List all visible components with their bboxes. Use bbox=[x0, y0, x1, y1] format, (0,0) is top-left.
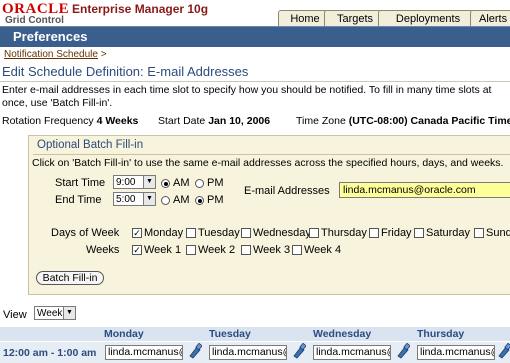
friday-checkbox[interactable] bbox=[369, 228, 379, 238]
chevron-down-icon: ▼ bbox=[63, 307, 75, 319]
thursday-label: Thursday bbox=[321, 227, 367, 239]
end-time-select[interactable]: 5:00 ▼ bbox=[113, 192, 156, 206]
start-time-value: 9:00 bbox=[116, 177, 136, 188]
start-time-select[interactable]: 9:00 ▼ bbox=[113, 175, 156, 189]
end-time-value: 5:00 bbox=[116, 194, 136, 205]
sunday-label: Sunday bbox=[486, 227, 510, 239]
start-am-radio[interactable] bbox=[161, 179, 170, 188]
week-1-checkbox[interactable]: ✓ bbox=[132, 245, 142, 255]
flashlight-icon[interactable] bbox=[292, 343, 306, 359]
tuesday-checkbox[interactable] bbox=[186, 228, 196, 238]
time-zone-label: Time Zone bbox=[296, 115, 346, 127]
end-pm-radio[interactable] bbox=[195, 196, 204, 205]
tuesday-label: Tuesday bbox=[198, 227, 240, 239]
start-time-label: Start Time bbox=[55, 177, 106, 189]
email-input[interactable]: linda.mcmanus@oracle.com bbox=[339, 182, 510, 198]
description-line-2: once, use 'Batch Fill-in'. bbox=[2, 97, 113, 109]
wednesday-slot-input[interactable]: linda.mcmanus@oracle.com bbox=[313, 345, 391, 360]
end-am-radio[interactable] bbox=[161, 196, 170, 205]
flashlight-icon[interactable] bbox=[188, 343, 202, 359]
breadcrumb-notification-schedule[interactable]: Notification Schedule bbox=[4, 49, 98, 60]
batch-instructions: Click on 'Batch Fill-in' to use the same… bbox=[32, 157, 504, 169]
flashlight-icon[interactable] bbox=[396, 343, 410, 359]
flashlight-icon[interactable] bbox=[497, 343, 510, 359]
time-zone: Time Zone (UTC-08:00) Canada Pacific Tim… bbox=[296, 115, 510, 127]
saturday-checkbox[interactable] bbox=[414, 228, 424, 238]
week-4-checkbox[interactable] bbox=[292, 245, 302, 255]
column-monday: Monday bbox=[104, 328, 144, 340]
chevron-down-icon: ▼ bbox=[143, 176, 155, 188]
title-divider bbox=[0, 81, 510, 82]
week-2-label: Week 2 bbox=[198, 244, 236, 256]
section-bar: Preferences bbox=[0, 27, 510, 47]
saturday-label: Saturday bbox=[426, 227, 471, 239]
breadcrumb-separator: > bbox=[100, 49, 107, 60]
week-2-checkbox[interactable] bbox=[186, 245, 196, 255]
start-pm-radio[interactable] bbox=[195, 179, 204, 188]
rotation-label: Rotation Frequency bbox=[2, 115, 94, 127]
friday-label: Friday bbox=[381, 227, 412, 239]
batch-divider bbox=[33, 154, 510, 155]
start-date-label: Start Date bbox=[158, 115, 206, 127]
email-label: E-mail Addresses bbox=[244, 185, 330, 197]
product-subtitle: Grid Control bbox=[5, 15, 64, 26]
week-1-label: Week 1 bbox=[144, 244, 182, 256]
tuesday-slot-input[interactable]: linda.mcmanus@oracle.com bbox=[209, 345, 287, 360]
wednesday-label: Wednesday bbox=[253, 227, 311, 239]
chevron-down-icon: ▼ bbox=[143, 193, 155, 205]
product-name: Enterprise Manager 10g bbox=[72, 2, 209, 16]
thursday-checkbox[interactable] bbox=[309, 228, 319, 238]
sunday-checkbox[interactable] bbox=[474, 228, 484, 238]
monday-checkbox[interactable]: ✓ bbox=[132, 228, 142, 238]
monday-label: Monday bbox=[144, 227, 184, 239]
oracle-logo: ORACLE Enterprise Manager 10g Grid Contr… bbox=[2, 1, 232, 27]
section-title: Preferences bbox=[13, 29, 88, 44]
page-title: Edit Schedule Definition: E-mail Address… bbox=[2, 64, 249, 79]
monday-slot-input[interactable]: linda.mcmanus@oracle.com bbox=[105, 345, 183, 360]
view-label: View bbox=[3, 309, 27, 321]
batch-fill-in-button[interactable]: Batch Fill-in bbox=[36, 271, 104, 285]
thursday-slot-input[interactable]: linda.mcmanus@oracle.com bbox=[417, 345, 495, 360]
rotation-value: 4 Weeks bbox=[96, 115, 139, 127]
end-time-label: End Time bbox=[55, 194, 102, 206]
weeks-label: Weeks bbox=[86, 244, 120, 256]
global-tabs: Home Targets Deployments Alerts bbox=[268, 10, 510, 27]
column-tuesday: Tuesday bbox=[209, 328, 251, 340]
start-date-value: Jan 10, 2006 bbox=[208, 115, 271, 127]
rotation-frequency: Rotation Frequency 4 Weeks bbox=[2, 115, 138, 127]
row-time-label: 12:00 am - 1:00 am bbox=[3, 347, 97, 359]
column-thursday: Thursday bbox=[417, 328, 465, 340]
week-3-label: Week 3 bbox=[253, 244, 291, 256]
batch-fill-in-panel: Optional Batch Fill-in Click on 'Batch F… bbox=[28, 135, 510, 295]
start-date: Start Date Jan 10, 2006 bbox=[158, 115, 270, 127]
tab-deployments[interactable]: Deployments bbox=[378, 10, 478, 27]
view-week-select[interactable]: Week 1 ▼ bbox=[34, 306, 76, 320]
batch-fill-in-title: Optional Batch Fill-in bbox=[37, 139, 144, 151]
breadcrumb: Notification Schedule > bbox=[4, 49, 107, 60]
week-3-checkbox[interactable] bbox=[241, 245, 251, 255]
wednesday-checkbox[interactable] bbox=[241, 228, 251, 238]
start-pm-label: PM bbox=[207, 177, 224, 189]
description-line-1: Enter e-mail addresses in each time slot… bbox=[2, 84, 492, 96]
time-zone-value: (UTC-08:00) Canada Pacific Time bbox=[348, 115, 510, 127]
end-pm-label: PM bbox=[207, 194, 224, 206]
start-am-label: AM bbox=[173, 177, 190, 189]
tab-alerts[interactable]: Alerts bbox=[470, 10, 510, 27]
tab-targets[interactable]: Targets bbox=[324, 10, 386, 27]
tab-underline bbox=[0, 26, 510, 27]
week-4-label: Week 4 bbox=[304, 244, 342, 256]
days-of-week-label: Days of Week bbox=[51, 227, 120, 239]
end-am-label: AM bbox=[173, 194, 190, 206]
column-wednesday: Wednesday bbox=[313, 328, 372, 340]
